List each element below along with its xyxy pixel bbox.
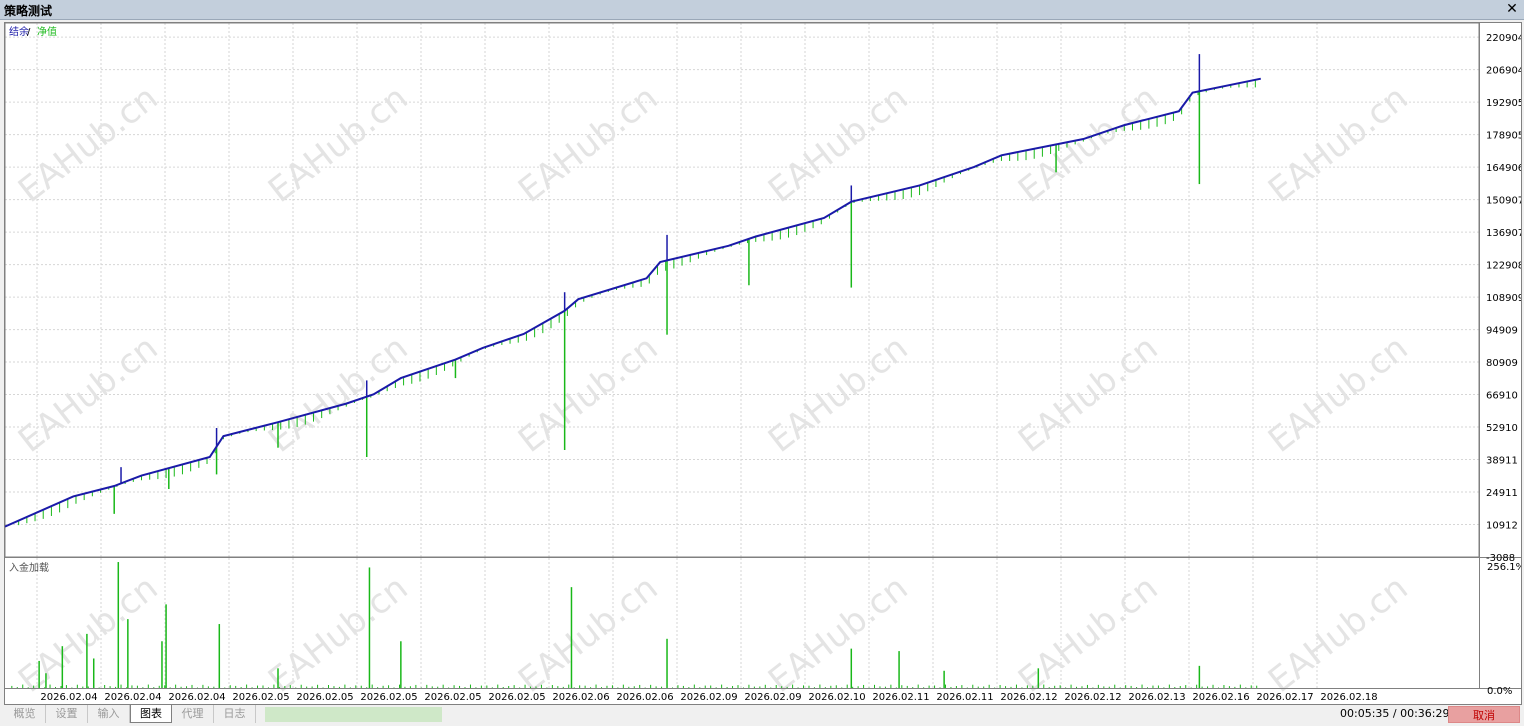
bottom-ymin-label: 0.0% [1487,686,1512,697]
x-tick-label: 2026.02.04 [168,692,225,703]
watermark-text: EAHub.cn [761,78,915,211]
x-tick-label: 2026.02.17 [1256,692,1313,703]
x-tick-label: 2026.02.11 [872,692,929,703]
watermark-text: EAHub.cn [11,568,165,701]
x-tick-label: 2026.02.11 [936,692,993,703]
y-tick-label: 38911 [1486,456,1518,467]
tab-graph[interactable]: 图表 [130,705,172,723]
watermark-text: EAHub.cn [511,568,665,701]
y-tick-label: 178905 [1486,131,1521,142]
progress-bar [265,707,442,722]
watermark-text: EAHub.cn [511,78,665,211]
y-tick-label: 164906 [1486,163,1521,174]
y-tick-label: 122908 [1486,261,1521,272]
y-axis-ticks: 220904 206904 192905 178905 164906 150907 1369… [1486,33,1524,564]
x-tick-label: 2026.02.13 [1128,692,1185,703]
grid-main [5,23,1479,558]
legend-equity: 净值 [37,25,57,38]
x-tick-label: 2026.02.09 [680,692,737,703]
main-plot-frame [4,22,1480,558]
tab-bar: 概览 设置 输入 图表 代理 日志 00:05:35 / 00:36:29 取消 [0,705,1524,726]
y-tick-label: 220904 [1486,33,1521,44]
bottom-panel-label: 入金加载 [9,561,49,574]
x-tick-label: 2026.02.05 [424,692,481,703]
cancel-button[interactable]: 取消 [1448,706,1520,723]
x-tick-label: 2026.02.12 [1000,692,1057,703]
y-tick-label: 150907 [1486,196,1521,207]
watermark-text: EAHub.cn [1011,568,1165,701]
y-tick-label: 10912 [1486,521,1518,532]
x-tick-label: 2026.02.04 [40,692,97,703]
title-bar: 策略测试 ✕ [0,0,1524,20]
watermark-text: EAHub.cn [1011,78,1165,211]
tab-journal[interactable]: 日志 [214,705,256,723]
legend-sep: / [27,27,31,38]
y-tick-label: 192905 [1486,98,1521,109]
watermark-text: EAHub.cn [11,78,165,211]
watermark-text: EAHub.cn [1261,78,1415,211]
x-axis-ticks: 2026.02.04 2026.02.04 2026.02.04 2026.02.05… [40,692,1377,703]
tab-overview[interactable]: 概览 [4,705,46,723]
x-tick-label: 2026.02.05 [232,692,289,703]
strategy-tester-window: 策略测试 ✕ EAHub.cn EAHub.cn EAHub.cn EAHub.cn E… [0,0,1524,726]
y-tick-label: 24911 [1486,488,1518,499]
x-tick-label: 2026.02.05 [488,692,545,703]
watermark-text: EAHub.cn [761,568,915,701]
watermark-text: EAHub.cn [1261,568,1415,701]
x-tick-label: 2026.02.05 [360,692,417,703]
y-tick-label: 80909 [1486,358,1518,369]
chart-svg: EAHub.cn EAHub.cn EAHub.cn EAHub.cn EAHub.cn… [4,22,1524,703]
x-tick-label: 2026.02.16 [1192,692,1249,703]
x-tick-label: 2026.02.04 [104,692,161,703]
x-tick-label: 2026.02.05 [296,692,353,703]
y-tick-label: 206904 [1486,66,1521,77]
x-tick-label: 2026.02.12 [1064,692,1121,703]
tab-inputs[interactable]: 输入 [88,705,130,723]
y-tick-label: 66910 [1486,391,1518,402]
watermark-text: EAHub.cn [261,568,415,701]
y-tick-label: 108909 [1486,293,1521,304]
x-tick-label: 2026.02.09 [744,692,801,703]
legend-balance: 结余 [9,25,29,38]
tab-settings[interactable]: 设置 [46,705,88,723]
tab-agents[interactable]: 代理 [172,705,214,723]
y-tick-label: 136907 [1486,228,1521,239]
watermark-text: EAHub.cn [261,328,415,461]
window-title: 策略测试 [4,4,53,18]
watermark-text: EAHub.cn [261,78,415,211]
watermark-text: EAHub.cn [761,328,915,461]
x-tick-label: 2026.02.18 [1320,692,1377,703]
chart-area: EAHub.cn EAHub.cn EAHub.cn EAHub.cn EAHub.cn… [4,22,1524,705]
x-tick-label: 2026.02.06 [552,692,609,703]
elapsed-timer: 00:05:35 / 00:36:29 [1340,707,1450,720]
watermarks: EAHub.cn EAHub.cn EAHub.cn EAHub.cn EAHub.cn… [11,78,1415,701]
bottom-ymax-label: 256.1% [1487,562,1521,573]
y-tick-label: 52910 [1486,423,1518,434]
watermark-text: EAHub.cn [1261,328,1415,461]
x-tick-label: 2026.02.10 [808,692,865,703]
x-tick-label: 2026.02.06 [616,692,673,703]
close-icon[interactable]: ✕ [1504,1,1520,17]
y-tick-label: 94909 [1486,326,1518,337]
